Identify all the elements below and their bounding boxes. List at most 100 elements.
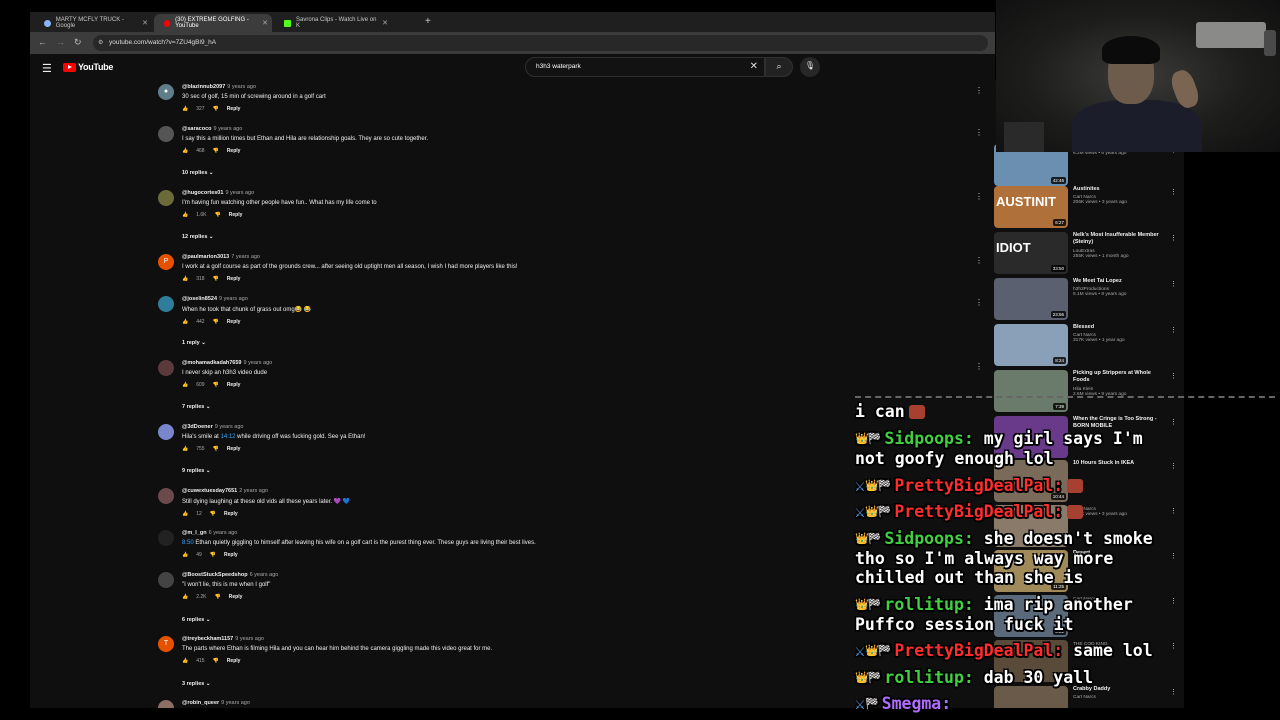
author-handle[interactable]: @robin_queer	[182, 700, 219, 706]
like-icon[interactable]: 👍	[182, 658, 188, 664]
video-more-icon[interactable]: ⋮	[1170, 234, 1177, 242]
comment-age[interactable]: 9 years ago	[227, 84, 256, 90]
video-title[interactable]: Austinites	[1073, 186, 1168, 193]
like-icon[interactable]: 👍	[182, 319, 188, 325]
avatar[interactable]: ●	[158, 84, 174, 100]
author-handle[interactable]: @BoostStuckSpeedshop	[182, 572, 248, 578]
like-icon[interactable]: 👍	[182, 382, 188, 388]
avatar[interactable]	[158, 488, 174, 504]
comment-age[interactable]: 2 years ago	[239, 488, 268, 494]
comment-more-icon[interactable]: ⋮	[975, 298, 983, 307]
dislike-icon[interactable]: 👎	[213, 446, 219, 452]
reply-button[interactable]: Reply	[229, 594, 243, 600]
close-tab-icon[interactable]: ✕	[142, 19, 148, 27]
new-tab-icon[interactable]: +	[425, 16, 431, 27]
reply-button[interactable]: Reply	[227, 446, 241, 452]
comment-author[interactable]: @mohamadkadah7659 9 years ago	[182, 360, 962, 366]
comment-author[interactable]: @blazinnub2097 9 years ago	[182, 84, 962, 90]
author-handle[interactable]: @m_l_gn	[182, 530, 207, 536]
like-icon[interactable]: 👍	[182, 276, 188, 282]
avatar[interactable]	[158, 700, 174, 708]
video-more-icon[interactable]: ⋮	[1170, 372, 1177, 380]
like-icon[interactable]: 👍	[182, 106, 188, 112]
video-title[interactable]: Blessed	[1073, 324, 1168, 331]
timestamp-link[interactable]: 14:12	[221, 434, 236, 440]
back-icon[interactable]: ←	[38, 37, 47, 47]
replies-toggle[interactable]: 7 replies ⌄	[182, 404, 210, 410]
comment-age[interactable]: 6 years ago	[250, 572, 279, 578]
comment-age[interactable]: 9 years ago	[215, 424, 244, 430]
video-title[interactable]: Picking up Strippers at Whole Foods	[1073, 370, 1168, 385]
video-thumbnail[interactable]: IDIOT 33:50	[994, 232, 1068, 274]
comment-age[interactable]: 9 years ago	[219, 296, 248, 302]
comment-author[interactable]: @paulmarion3013 7 years ago	[182, 254, 962, 260]
like-icon[interactable]: 👍	[182, 594, 188, 600]
video-thumbnail[interactable]: 23:56	[994, 278, 1068, 320]
search-input[interactable]: h3h3 waterpark ✕	[525, 57, 765, 77]
replies-toggle[interactable]: 6 replies ⌄	[182, 617, 210, 623]
comment-more-icon[interactable]: ⋮	[975, 256, 983, 265]
author-handle[interactable]: @paulmarion3013	[182, 254, 229, 260]
video-title[interactable]: We Meet Tai Lopez	[1073, 278, 1168, 285]
dislike-icon[interactable]: 👎	[210, 511, 216, 517]
video-thumbnail[interactable]: AUSTINIT 6:27	[994, 186, 1068, 228]
reply-button[interactable]: Reply	[224, 552, 238, 558]
like-icon[interactable]: 👍	[182, 446, 188, 452]
related-video-item[interactable]: IDIOT 33:50 Nelk's Most Insufferable Membe…	[994, 232, 1184, 276]
comment-author[interactable]: @m_l_gn 6 years ago	[182, 530, 962, 536]
comment-age[interactable]: 6 years ago	[209, 530, 238, 536]
author-handle[interactable]: @blazinnub2097	[182, 84, 225, 90]
tab-google[interactable]: MARTY MCFLY TRUCK - Google ✕	[34, 14, 152, 32]
comment-author[interactable]: @BoostStuckSpeedshop 6 years ago	[182, 572, 962, 578]
comment-more-icon[interactable]: ⋮	[975, 128, 983, 137]
author-handle[interactable]: @joselin8524	[182, 296, 217, 302]
reload-icon[interactable]: ↻	[74, 37, 82, 48]
comment-author[interactable]: @cuwextuesday7651 2 years ago	[182, 488, 962, 494]
close-tab-icon[interactable]: ✕	[382, 19, 388, 27]
dislike-icon[interactable]: 👎	[210, 552, 216, 558]
author-handle[interactable]: @mohamadkadah7659	[182, 360, 241, 366]
dislike-icon[interactable]: 👎	[213, 319, 219, 325]
reply-button[interactable]: Reply	[227, 106, 241, 112]
video-more-icon[interactable]: ⋮	[1170, 326, 1177, 334]
video-title[interactable]: Nelk's Most Insufferable Member (Steiny)	[1073, 232, 1168, 247]
reply-button[interactable]: Reply	[227, 658, 241, 664]
reply-button[interactable]: Reply	[227, 382, 241, 388]
like-icon[interactable]: 👍	[182, 511, 188, 517]
related-video-item[interactable]: AUSTINIT 6:27 Austinites Cart Narcs 206K vie…	[994, 186, 1184, 230]
comment-age[interactable]: 9 years ago	[235, 636, 264, 642]
comment-author[interactable]: @joselin8524 9 years ago	[182, 296, 962, 302]
replies-toggle[interactable]: 1 reply ⌄	[182, 340, 206, 346]
reply-button[interactable]: Reply	[227, 319, 241, 325]
replies-toggle[interactable]: 12 replies ⌄	[182, 234, 214, 240]
replies-toggle[interactable]: 9 replies ⌄	[182, 468, 210, 474]
like-icon[interactable]: 👍	[182, 552, 188, 558]
reply-button[interactable]: Reply	[227, 276, 241, 282]
comment-more-icon[interactable]: ⋮	[975, 192, 983, 201]
tab-youtube[interactable]: (30) EXTREME GOLFING - YouTube ✕	[154, 14, 272, 32]
author-handle[interactable]: @saracoco	[182, 126, 212, 132]
hamburger-menu-icon[interactable]: ☰	[42, 62, 52, 75]
comment-age[interactable]: 9 years ago	[221, 700, 250, 706]
voice-search-button[interactable]: 🎙	[800, 57, 820, 77]
video-thumbnail[interactable]: 8:24	[994, 324, 1068, 366]
url-input[interactable]: ⚙ youtube.com/watch?v=7ZU4gBl9_hA	[93, 35, 988, 51]
avatar[interactable]: P	[158, 254, 174, 270]
comment-more-icon[interactable]: ⋮	[975, 86, 983, 95]
related-video-item[interactable]: 23:56 We Meet Tai Lopez h3h3Productions 5.1…	[994, 278, 1184, 322]
video-more-icon[interactable]: ⋮	[1170, 188, 1177, 196]
clear-search-icon[interactable]: ✕	[750, 61, 758, 72]
site-info-icon[interactable]: ⚙	[98, 39, 103, 46]
dislike-icon[interactable]: 👎	[213, 148, 219, 154]
avatar[interactable]	[158, 126, 174, 142]
like-icon[interactable]: 👍	[182, 212, 188, 218]
dislike-icon[interactable]: 👎	[213, 658, 219, 664]
avatar[interactable]	[158, 296, 174, 312]
avatar[interactable]	[158, 190, 174, 206]
reply-button[interactable]: Reply	[227, 148, 241, 154]
comment-age[interactable]: 9 years ago	[214, 126, 243, 132]
comment-more-icon[interactable]: ⋮	[975, 362, 983, 371]
comment-author[interactable]: @treybeckham1157 9 years ago	[182, 636, 962, 642]
avatar[interactable]	[158, 572, 174, 588]
reply-button[interactable]: Reply	[224, 511, 238, 517]
